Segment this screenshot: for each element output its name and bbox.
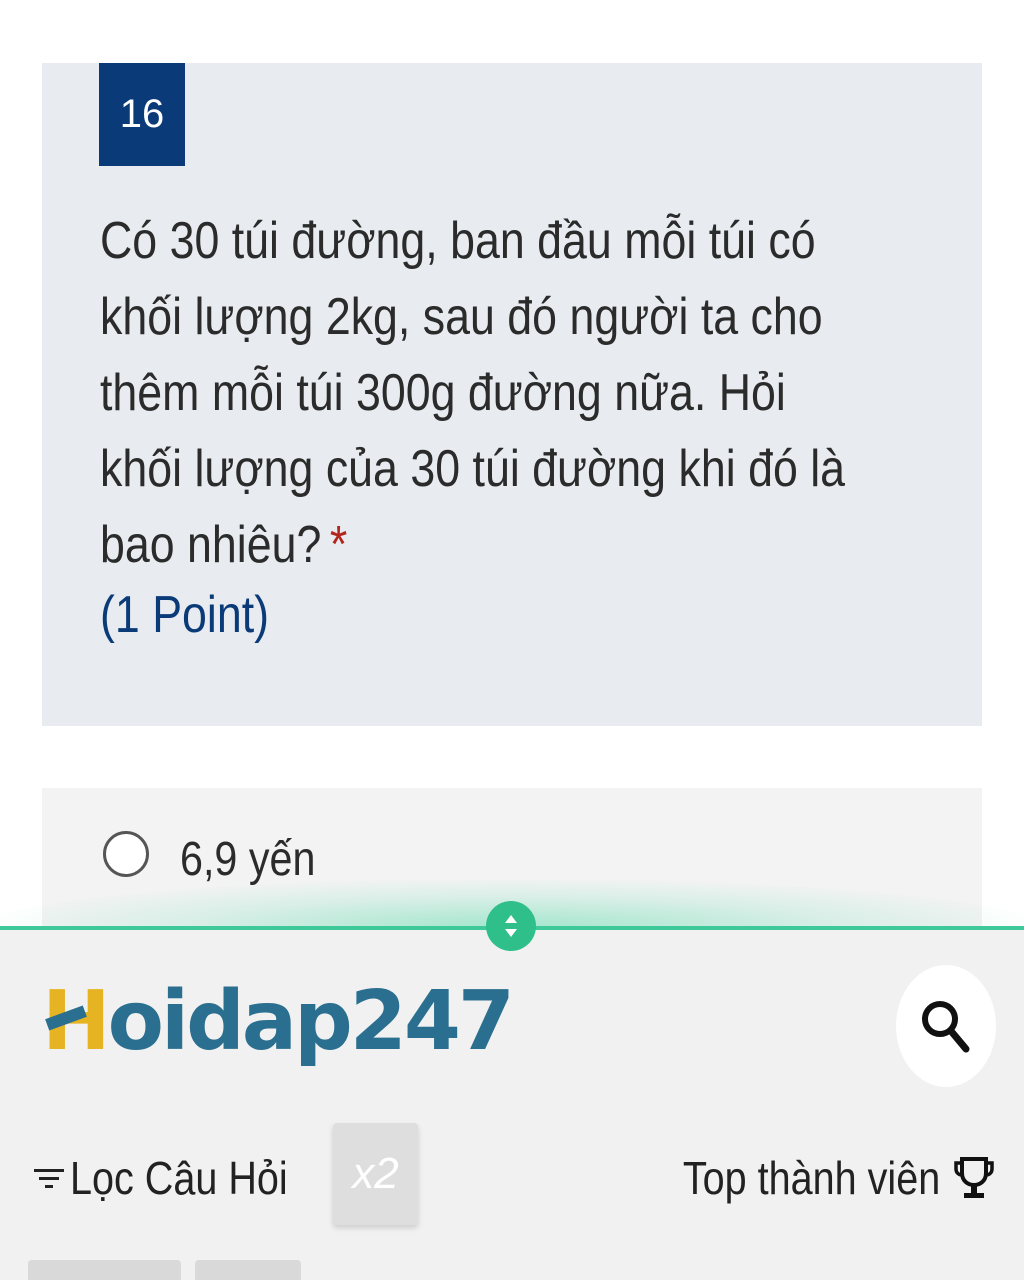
question-line: thêm mỗi túi 300g đường nữa. Hỏi [100, 364, 786, 422]
drag-handle-icon[interactable] [486, 901, 536, 951]
answer-option-label: 6,9 yến [180, 833, 316, 886]
filter-questions-button[interactable]: Lọc Câu Hỏi [32, 1148, 323, 1208]
question-points: (1 Point) [100, 586, 270, 644]
hoidap247-logo[interactable]: Hoidap247 [42, 973, 515, 1069]
top-members-button[interactable]: Top thành viên [641, 1148, 994, 1208]
required-mark: * [329, 516, 348, 574]
question-text: Có 30 túi đường, ban đầu mỗi túi có khối… [100, 203, 926, 583]
page: 16 Có 30 túi đường, ban đầu mỗi túi có k… [0, 0, 1024, 1280]
logo-letter-h: H [42, 973, 111, 1069]
x2-button[interactable]: x2 [333, 1123, 418, 1225]
tab-stub[interactable] [28, 1260, 181, 1280]
tab-stub[interactable] [195, 1260, 301, 1280]
search-button[interactable] [896, 965, 996, 1087]
filter-icon [34, 1169, 64, 1188]
filter-label: Lọc Câu Hỏi [70, 1152, 288, 1204]
question-line: bao nhiêu? [100, 516, 322, 574]
question-number: 16 [99, 63, 185, 166]
question-line: Có 30 túi đường, ban đầu mỗi túi có [100, 212, 816, 270]
trophy-icon [954, 1157, 994, 1198]
radio-button[interactable] [103, 831, 149, 877]
question-line: khối lượng của 30 túi đường khi đó là [100, 440, 846, 498]
top-members-label: Top thành viên [682, 1152, 940, 1204]
question-line-last: bao nhiêu? * [100, 507, 926, 583]
logo-text: oidap247 [107, 973, 515, 1069]
question-line: khối lượng 2kg, sau đó người ta cho [100, 288, 823, 346]
question-card: 16 Có 30 túi đường, ban đầu mỗi túi có k… [42, 63, 982, 726]
search-icon [922, 1001, 970, 1053]
